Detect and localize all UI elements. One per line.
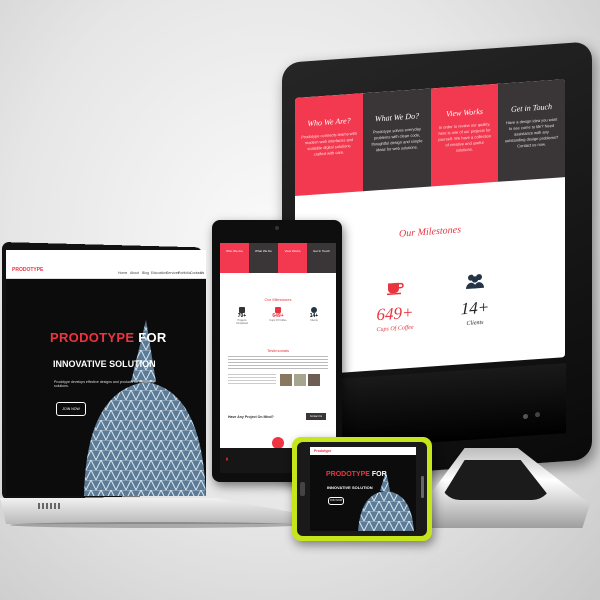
- tablet-contact-button[interactable]: Contact Us: [306, 413, 326, 420]
- tablet-stat-label: Cups Of Coffee: [269, 319, 287, 322]
- phone-hero-title: PRODOTYPE FOR: [326, 471, 387, 478]
- tablet-cta-text: Have Any Project On Mind?: [228, 415, 274, 419]
- nav-item[interactable]: Blog: [142, 271, 149, 275]
- phone-home-button-icon[interactable]: [300, 482, 305, 496]
- hero-title-red: PRODOTYPE: [50, 330, 135, 345]
- stat-clients: 14+ Clients: [445, 271, 505, 328]
- feature-what-we-do[interactable]: What We Do? Prodotype solves everyday pr…: [363, 88, 431, 192]
- phone-title-white: FOR: [371, 471, 387, 478]
- feature-title: Who We Are?: [307, 116, 351, 129]
- dome-structure-image: [84, 320, 206, 496]
- laptop-hero-title: PRODOTYPE FOR: [50, 330, 167, 345]
- phone-join-button[interactable]: JOIN NOW: [328, 497, 344, 505]
- nav-item[interactable]: Portfolio: [178, 271, 191, 275]
- laptop-screen: PRODOTYPE Home About Blog Education Serv…: [6, 250, 206, 496]
- tablet-stat-label: Clients: [310, 319, 318, 322]
- tablet-thumbnail[interactable]: [308, 374, 320, 386]
- tablet-cell[interactable]: View Works: [278, 243, 307, 273]
- laptop-hero-text: Prodotype develops effective designs and…: [54, 380, 155, 388]
- tablet-thumbnail[interactable]: [280, 374, 292, 386]
- feature-text: Prodotype connects teams with modern web…: [301, 130, 357, 157]
- tablet-thumbnail[interactable]: [294, 374, 306, 386]
- phone-hero-subtitle: INNOVATIVE SOLUTION: [327, 485, 373, 490]
- tablet-cell[interactable]: Who We Are: [220, 243, 249, 273]
- tablet-stat: 70+ Projects Completed: [232, 307, 252, 325]
- hero-title-white: FOR: [138, 330, 167, 345]
- phone-title-red: PRODOTYPE: [326, 471, 370, 478]
- feature-title: What We Do?: [374, 111, 420, 124]
- feature-text: Have a design idea you want to see come …: [504, 116, 559, 149]
- tablet-milestones-title: Our Milestones: [264, 297, 292, 302]
- tablet-stat: 649+ Cups Of Coffee: [268, 307, 288, 322]
- laptop-logo[interactable]: PRODOTYPE: [12, 267, 43, 273]
- feature-title: Get in Touch: [510, 102, 553, 114]
- phone-screen: Prodotype PRODOTYPE FOR INNOVATIVE SOLUT…: [310, 447, 416, 531]
- power-button-icon[interactable]: [523, 413, 528, 420]
- stat-value: 14+: [460, 297, 490, 319]
- feature-view-works[interactable]: View Works In order to review our qualit…: [431, 83, 498, 187]
- tablet-testimonial-text: [228, 356, 328, 370]
- team-icon: [466, 274, 484, 290]
- monitor-button-icon[interactable]: [535, 411, 540, 418]
- laptop-base: [0, 498, 300, 524]
- camera-icon: [275, 226, 279, 230]
- stat-value: 649+: [376, 302, 414, 325]
- tablet-cell[interactable]: What We Do: [249, 243, 278, 273]
- phone-dome-image: [358, 471, 414, 531]
- tablet-stat-label: Projects Completed: [235, 319, 249, 325]
- speaker-grille-icon: [38, 503, 60, 509]
- laptop-hero-subtitle: INNOVATIVE SOLUTION: [53, 359, 156, 369]
- laptop-join-button[interactable]: JOIN NOW: [56, 402, 86, 416]
- nav-item[interactable]: Education: [151, 271, 167, 275]
- phone-navbar: Prodotype: [310, 447, 416, 455]
- laptop-navbar: PRODOTYPE Home About Blog Education Serv…: [6, 250, 206, 279]
- phone-speaker-icon: [421, 476, 424, 498]
- tablet-text-block: [228, 374, 276, 386]
- tablet-testimonials-title: Testimonials: [266, 348, 289, 353]
- feature-get-in-touch[interactable]: Get in Touch Have a design idea you want…: [498, 79, 565, 182]
- feature-title: View Works: [445, 106, 484, 119]
- nav-item[interactable]: Home: [118, 271, 127, 275]
- tablet-footer-brand: ▮: [226, 457, 228, 461]
- feature-text: Prodotype solves everyday problems with …: [371, 126, 423, 153]
- phone-logo[interactable]: Prodotype: [314, 449, 331, 453]
- coffee-cup-icon: [387, 282, 404, 296]
- feature-text: In order to review our quality, here is …: [437, 121, 492, 153]
- tablet-stat: 14+ Clients: [304, 307, 324, 322]
- nav-item[interactable]: About: [130, 271, 139, 275]
- nav-item[interactable]: Us: [200, 271, 204, 275]
- feature-who-we-are[interactable]: Who We Are? Prodotype connects teams wit…: [295, 93, 363, 196]
- stat-coffee: 649+ Cups Of Coffee: [365, 277, 425, 334]
- laptop-shadow: [10, 522, 300, 528]
- tablet-cell[interactable]: Get In Touch: [307, 243, 336, 273]
